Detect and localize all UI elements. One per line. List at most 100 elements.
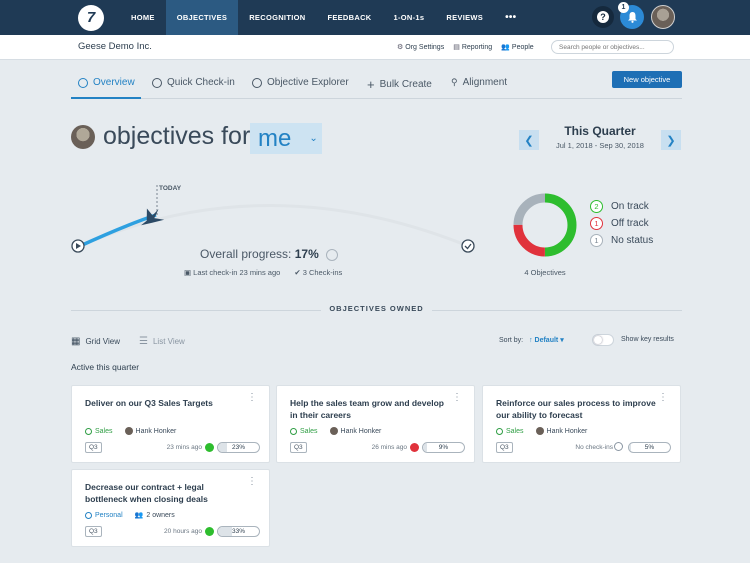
objective-tag[interactable]: Sales <box>496 427 524 435</box>
more-options-icon[interactable]: ⋮ <box>247 393 257 403</box>
objective-card[interactable]: Deliver on our Q3 Sales Targets ⋮ Sales … <box>71 385 270 463</box>
objective-title[interactable]: Reinforce our sales process to improve o… <box>496 397 656 421</box>
objective-owner[interactable]: Hank Honker <box>329 427 381 435</box>
nav-home[interactable]: HOME <box>120 0 166 35</box>
last-update: 20 hours ago <box>164 528 202 535</box>
objective-card[interactable]: Help the sales team grow and develop in … <box>276 385 475 463</box>
owner-avatar-icon <box>329 427 338 435</box>
quarter-badge: Q3 <box>290 442 307 453</box>
bell-icon <box>627 12 637 23</box>
active-quarter-heading: Active this quarter <box>71 362 140 372</box>
plus-icon: + <box>367 77 375 92</box>
next-quarter-button[interactable]: ❯ <box>661 130 681 150</box>
tab-quick-checkin[interactable]: Quick Check-in <box>152 77 235 88</box>
progress-fill <box>629 443 632 452</box>
info-icon[interactable] <box>326 248 339 261</box>
progress-fill <box>218 527 232 536</box>
legend-no-status[interactable]: 1 No status <box>590 232 653 249</box>
nav-1on1s[interactable]: 1-ON-1s <box>383 0 436 35</box>
sort-control[interactable]: Sort by: ↑ Default ▾ <box>499 336 564 344</box>
objective-owner[interactable]: 👥 2 owners <box>135 511 175 520</box>
objective-tag-label: Sales <box>300 427 318 435</box>
objective-tag[interactable]: Personal <box>85 511 123 519</box>
checkin-meta: ▣ Last check-in 23 mins ago ✔ 3 Check-in… <box>184 268 342 277</box>
objective-title[interactable]: Deliver on our Q3 Sales Targets <box>85 397 245 409</box>
reporting-link[interactable]: ▤ Reporting <box>453 43 492 51</box>
objective-tag[interactable]: Sales <box>290 427 318 435</box>
objective-title[interactable]: Help the sales team grow and develop in … <box>290 397 450 421</box>
sort-default-value: ↑ Default ▾ <box>529 337 564 344</box>
people-link[interactable]: 👥 People <box>501 43 534 51</box>
tab-alignment[interactable]: ⚲ Alignment <box>451 77 507 88</box>
prev-quarter-button[interactable]: ❮ <box>519 130 539 150</box>
owner-avatar <box>71 125 95 149</box>
grid-icon: ▦ <box>71 336 81 347</box>
last-update: 23 mins ago <box>166 444 202 451</box>
nav-objectives[interactable]: OBJECTIVES <box>165 0 239 35</box>
legend-no-status-count: 1 <box>590 234 603 247</box>
gear-icon: ⚙ <box>397 44 404 51</box>
objective-tag[interactable]: Sales <box>85 427 113 435</box>
chart-icon: ▤ <box>453 44 460 51</box>
objective-owner-label: Hank Honker <box>135 427 177 435</box>
objective-card[interactable]: Reinforce our sales process to improve o… <box>482 385 681 463</box>
more-options-icon[interactable]: ⋮ <box>452 393 462 403</box>
grid-view-button[interactable]: ▦ Grid View <box>71 336 120 347</box>
app-logo[interactable]: 7 <box>78 4 104 31</box>
progress-bar[interactable]: 23% <box>217 442 260 453</box>
overall-progress: Overall progress: 17% <box>200 247 339 261</box>
objective-owner[interactable]: Hank Honker <box>124 427 177 435</box>
quarter-badge: Q3 <box>85 442 102 453</box>
key-results-toggle[interactable] <box>592 334 614 346</box>
objective-tag-label: Sales <box>506 427 524 435</box>
progress-bar[interactable]: 5% <box>628 442 671 453</box>
tab-bulk-create[interactable]: + Bulk Create <box>367 77 432 92</box>
legend-off-track[interactable]: 1 Off track <box>590 215 653 232</box>
last-update: 26 mins ago <box>371 444 407 451</box>
owner-select[interactable]: me ⌄ <box>250 123 322 154</box>
checkin-count: ✔ 3 Check-ins <box>294 268 342 277</box>
list-icon: ☰ <box>139 336 148 347</box>
reporting-label: Reporting <box>461 44 493 51</box>
objective-owner[interactable]: Hank Honker <box>535 427 587 435</box>
user-avatar[interactable] <box>651 5 675 29</box>
list-view-button[interactable]: ☰ List View <box>139 336 185 347</box>
target-icon <box>78 77 88 88</box>
check-circle-icon: ✔ <box>294 268 303 277</box>
goose-icon <box>141 208 165 226</box>
objective-card[interactable]: Decrease our contract + legal bottleneck… <box>71 469 270 547</box>
progress-value: 9% <box>438 444 449 451</box>
today-label: TODAY <box>159 185 182 192</box>
more-options-icon[interactable]: ⋮ <box>247 477 257 487</box>
grid-view-label: Grid View <box>85 337 120 346</box>
view-controls: ▦ Grid View ☰ List View Sort by: ↑ Default… <box>71 334 682 348</box>
more-options-icon[interactable]: ⋮ <box>658 393 668 403</box>
bolt-icon <box>152 77 162 88</box>
new-objective-button[interactable]: New objective <box>612 71 682 88</box>
tab-objective-explorer[interactable]: Objective Explorer <box>252 77 349 88</box>
progress-bar[interactable]: 9% <box>422 442 465 453</box>
legend-off-track-label: Off track <box>611 218 649 229</box>
progress-fill <box>423 443 427 452</box>
legend-on-track[interactable]: 2 On track <box>590 198 653 215</box>
notifications-button[interactable]: 1 <box>618 2 644 29</box>
nav-more[interactable]: ••• <box>494 0 527 35</box>
status-dot <box>205 527 214 536</box>
progress-bar[interactable]: 33% <box>217 526 260 537</box>
sort-by-label: Sort by: <box>499 337 524 344</box>
nav-reviews[interactable]: REVIEWS <box>435 0 494 35</box>
objective-owner-label: 2 owners <box>146 511 175 519</box>
org-settings-link[interactable]: ⚙ Org Settings <box>397 43 444 51</box>
status-legend: 2 On track 1 Off track 1 No status <box>590 198 653 249</box>
help-button[interactable]: ? <box>592 6 614 28</box>
progress-value: 23% <box>231 444 245 451</box>
last-update: No check-ins <box>575 444 613 451</box>
company-bar: Geese Demo Inc. ⚙ Org Settings ▤ Reporting… <box>0 35 750 60</box>
search-input[interactable] <box>551 40 674 54</box>
nav-recognition[interactable]: RECOGNITION <box>238 0 316 35</box>
nav-feedback[interactable]: FEEDBACK <box>316 0 382 35</box>
people-label: People <box>511 44 534 51</box>
tab-overview[interactable]: Overview <box>78 77 135 88</box>
calendar-icon: ▣ <box>184 268 194 277</box>
objective-title[interactable]: Decrease our contract + legal bottleneck… <box>85 481 245 505</box>
